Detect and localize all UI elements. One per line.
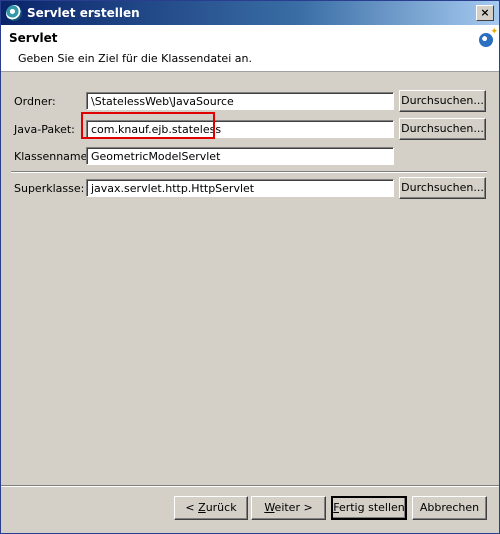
wizard-header: Servlet Geben Sie ein Ziel für die Klass… [1, 25, 499, 72]
superclass-browse-button[interactable]: Durchsuchen... [399, 177, 486, 199]
window-title: Servlet erstellen [27, 6, 140, 20]
close-button[interactable]: × [476, 5, 494, 21]
classname-label: Klassenname: [14, 150, 92, 163]
superclass-label: Superklasse: [14, 182, 85, 195]
finish-button[interactable]: Fertig stellen [331, 496, 407, 520]
button-bar-separator [1, 485, 499, 487]
dialog-window: Servlet erstellen × Servlet Geben Sie ei… [0, 0, 500, 534]
back-button[interactable]: < Zurück [174, 496, 248, 520]
highlight-box [81, 112, 215, 139]
superclass-field[interactable]: javax.servlet.http.HttpServlet [86, 179, 394, 197]
cancel-button[interactable]: Abbrechen [412, 496, 487, 520]
title-bar[interactable]: Servlet erstellen × [1, 1, 499, 25]
eclipse-app-icon [6, 5, 22, 21]
separator [11, 171, 487, 173]
page-description: Geben Sie ein Ziel für die Klassendatei … [18, 52, 252, 65]
package-label: Java-Paket: [14, 123, 75, 136]
next-button[interactable]: Weiter > [251, 496, 326, 520]
folder-field[interactable]: \StatelessWeb\JavaSource [86, 92, 394, 110]
classname-field[interactable]: GeometricModelServlet [86, 147, 394, 165]
folder-label: Ordner: [14, 95, 56, 108]
new-servlet-wizard-icon [479, 27, 498, 47]
folder-browse-button[interactable]: Durchsuchen... [399, 90, 486, 112]
package-browse-button[interactable]: Durchsuchen... [399, 118, 486, 140]
page-title: Servlet [9, 31, 58, 45]
